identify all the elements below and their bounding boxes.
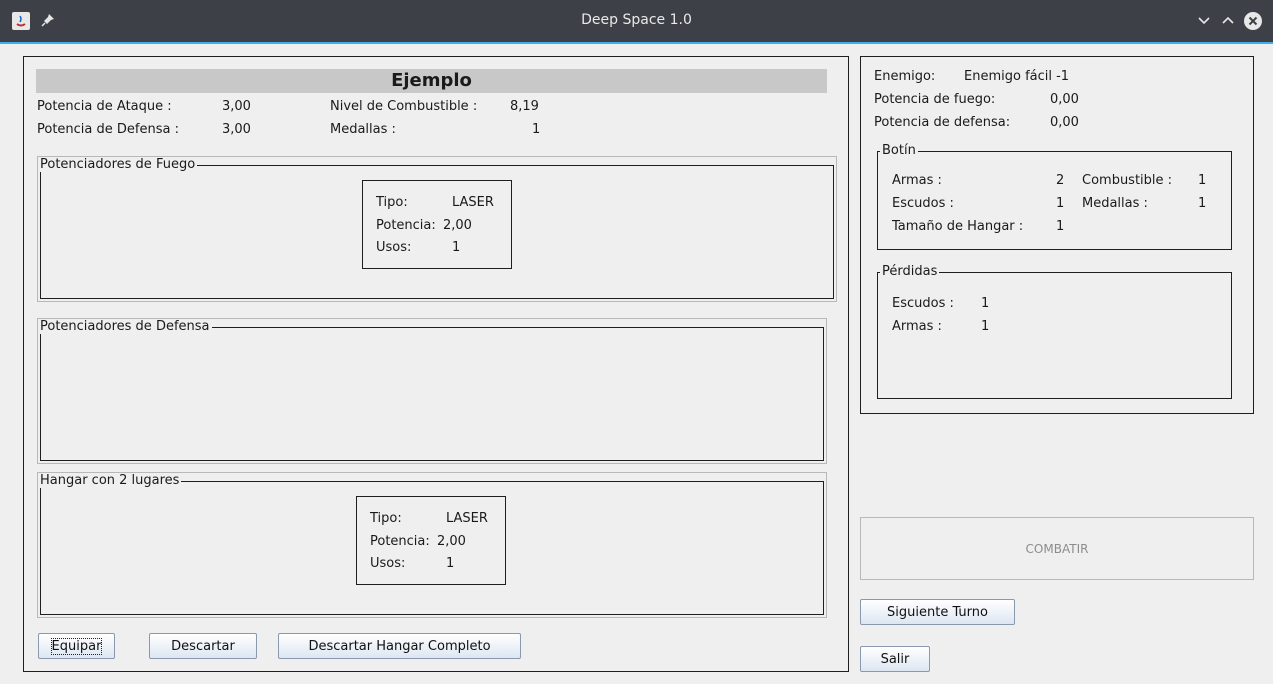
combat-button[interactable]: COMBATIR: [860, 517, 1254, 580]
discard-hangar-button[interactable]: Descartar Hangar Completo: [278, 633, 521, 659]
booster-uses-value: 1: [452, 240, 461, 255]
loot-title: Botín: [880, 143, 918, 158]
hangar-item-card[interactable]: Tipo: LASER Potencia: 2,00 Usos: 1: [356, 496, 506, 585]
enemy-panel: Enemigo: Enemigo fácil -1 Potencia de fu…: [860, 56, 1254, 414]
attack-label: Potencia de Ataque :: [37, 99, 172, 114]
enemy-name: Enemigo fácil -1: [964, 69, 1070, 84]
hangar-uses-label: Usos:: [370, 556, 406, 571]
discard-button[interactable]: Descartar: [149, 633, 257, 659]
medals-value: 1: [532, 122, 541, 137]
loot-hangar-label: Tamaño de Hangar :: [892, 219, 1024, 234]
hangar-uses-value: 1: [446, 556, 455, 571]
loot-fuel-label: Combustible :: [1082, 173, 1173, 188]
equip-button[interactable]: Equipar: [38, 633, 115, 659]
losses-panel: Pérdidas Escudos : 1 Armas : 1: [877, 264, 1232, 399]
loot-shields-label: Escudos :: [892, 196, 954, 211]
loot-panel: Botín Armas : 2 Combustible : 1 Escudos …: [877, 143, 1232, 250]
loot-hangar-value: 1: [1056, 219, 1065, 234]
space-station-panel: Ejemplo Potencia de Ataque : 3,00 Nivel …: [23, 56, 849, 672]
booster-power-value: 2,00: [443, 218, 472, 233]
attack-value: 3,00: [222, 99, 251, 114]
booster-power-label: Potencia:: [376, 218, 436, 233]
hangar-power-label: Potencia:: [370, 534, 430, 549]
enemy-fire-value: 0,00: [1050, 92, 1079, 107]
title-accent-line: [0, 42, 1273, 44]
window-title: Deep Space 1.0: [581, 12, 692, 28]
hangar-type-value: LASER: [446, 511, 488, 526]
exit-button[interactable]: Salir: [860, 646, 930, 672]
defense-value: 3,00: [222, 122, 251, 137]
booster-type-value: LASER: [452, 195, 494, 210]
booster-type-label: Tipo:: [376, 195, 408, 210]
losses-weapons-label: Armas :: [892, 319, 942, 334]
hangar-title: Hangar con 2 lugares: [38, 473, 182, 488]
minimize-icon[interactable]: [1196, 12, 1212, 32]
fuel-label: Nivel de Combustible :: [330, 99, 478, 114]
loot-weapons-value: 2: [1056, 173, 1065, 188]
close-icon[interactable]: [1243, 11, 1263, 35]
hangar-power-value: 2,00: [437, 534, 466, 549]
fire-boosters-panel: Potenciadores de Fuego Tipo: LASER Poten…: [37, 156, 837, 302]
defense-boosters-panel: Potenciadores de Defensa: [37, 318, 827, 464]
enemy-defense-value: 0,00: [1050, 115, 1079, 130]
losses-weapons-value: 1: [981, 319, 990, 334]
defense-label: Potencia de Defensa :: [37, 122, 179, 137]
losses-title: Pérdidas: [880, 264, 940, 279]
loot-fuel-value: 1: [1198, 173, 1207, 188]
defense-boosters-title: Potenciadores de Defensa: [38, 319, 212, 334]
booster-uses-label: Usos:: [376, 240, 412, 255]
next-turn-button[interactable]: Siguiente Turno: [860, 599, 1015, 625]
hangar-panel: Hangar con 2 lugares Tipo: LASER Potenci…: [37, 472, 827, 618]
maximize-icon[interactable]: [1220, 12, 1236, 32]
enemy-defense-label: Potencia de defensa:: [874, 115, 1011, 130]
loot-shields-value: 1: [1056, 196, 1065, 211]
station-name: Ejemplo: [391, 70, 472, 91]
loot-medals-value: 1: [1198, 196, 1207, 211]
enemy-label: Enemigo:: [874, 69, 936, 84]
loot-weapons-label: Armas :: [892, 173, 942, 188]
app-window: Deep Space 1.0 Ejemplo Potencia de Ataqu…: [0, 0, 1273, 684]
fire-booster-card[interactable]: Tipo: LASER Potencia: 2,00 Usos: 1: [362, 180, 512, 269]
losses-shields-value: 1: [981, 296, 990, 311]
fuel-value: 8,19: [510, 99, 539, 114]
losses-shields-label: Escudos :: [892, 296, 954, 311]
medals-label: Medallas :: [330, 122, 396, 137]
hangar-type-label: Tipo:: [370, 511, 402, 526]
fire-boosters-title: Potenciadores de Fuego: [38, 157, 198, 172]
loot-medals-label: Medallas :: [1082, 196, 1148, 211]
title-bar: Deep Space 1.0: [0, 0, 1273, 42]
enemy-fire-label: Potencia de fuego:: [874, 92, 996, 107]
defense-boosters-border: [40, 327, 824, 461]
